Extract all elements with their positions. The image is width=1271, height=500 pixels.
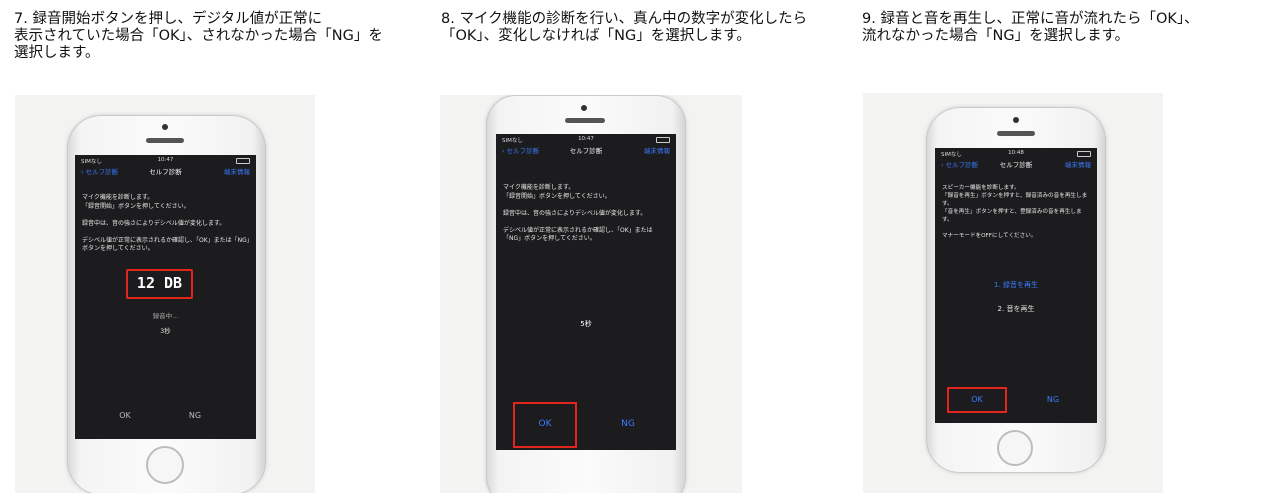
- decibel-readout: 12 DB: [126, 269, 193, 299]
- phone-body: SIMなし 10:48 ‹ セルフ診断 セルフ診断 端末情報 スピーカー機能を診…: [926, 107, 1106, 473]
- device-info-button[interactable]: 端末情報: [224, 166, 250, 176]
- home-button[interactable]: [146, 446, 184, 484]
- battery-icon: [1077, 151, 1091, 157]
- step9-photo: SIMなし 10:48 ‹ セルフ診断 セルフ診断 端末情報 スピーカー機能を診…: [863, 93, 1163, 493]
- front-camera: [162, 124, 168, 130]
- ng-button[interactable]: NG: [604, 419, 652, 429]
- instruction-text: マイク機能を診断します。 「録音開始」ボタンを押してください。 録音中は、音の強…: [82, 194, 250, 252]
- earpiece-speaker: [146, 138, 184, 143]
- instruction-text: スピーカー機能を診断します。 「録音を再生」ボタンを押すと、録音済みの音を再生し…: [942, 185, 1088, 239]
- phone-screen: SIMなし 10:48 ‹ セルフ診断 セルフ診断 端末情報 スピーカー機能を診…: [935, 148, 1097, 423]
- play-recording-button[interactable]: 1. 録音を再生: [935, 280, 1097, 290]
- clock-label: 10:47: [578, 136, 594, 142]
- front-camera: [581, 105, 587, 111]
- phone-screen: SIMなし 10:47 ‹ セルフ診断 セルフ診断 端末情報 マイク機能を診断し…: [75, 155, 256, 439]
- recording-status: 録音中...: [152, 312, 179, 320]
- ng-button[interactable]: NG: [175, 411, 215, 420]
- battery-icon: [656, 137, 670, 143]
- status-bar: SIMなし 10:48: [935, 150, 1097, 158]
- earpiece-speaker: [565, 118, 605, 123]
- timer-label: 3秒: [160, 327, 171, 335]
- phone-body: SIMなし 10:47 ‹ セルフ診断 セルフ診断 端末情報 マイク機能を診断し…: [486, 95, 686, 493]
- ng-button[interactable]: NG: [1031, 395, 1075, 404]
- status-bar: SIMなし 10:47: [496, 136, 676, 144]
- earpiece-speaker: [997, 131, 1035, 136]
- device-info-button[interactable]: 端末情報: [1065, 159, 1091, 169]
- front-camera: [1013, 117, 1019, 123]
- home-button[interactable]: [997, 430, 1033, 466]
- step8-caption: 8. マイク機能の診断を行い、真ん中の数字が変化したら 「OK」、変化しなければ…: [441, 11, 808, 44]
- step8-photo: SIMなし 10:47 ‹ セルフ診断 セルフ診断 端末情報 マイク機能を診断し…: [440, 95, 742, 493]
- play-sound-button[interactable]: 2. 音を再生: [935, 304, 1097, 314]
- ok-button[interactable]: OK: [521, 419, 569, 429]
- device-info-button[interactable]: 端末情報: [644, 145, 670, 155]
- ok-button[interactable]: OK: [105, 411, 145, 420]
- phone-body: SIMなし 10:47 ‹ セルフ診断 セルフ診断 端末情報 マイク機能を診断し…: [67, 115, 266, 493]
- clock-label: 10:48: [1008, 150, 1024, 156]
- phone-screen: SIMなし 10:47 ‹ セルフ診断 セルフ診断 端末情報 マイク機能を診断し…: [496, 134, 676, 450]
- step7-caption: 7. 録音開始ボタンを押し、デジタル値が正常に 表示されていた場合「OK」、され…: [14, 11, 383, 61]
- nav-bar: ‹ セルフ診断 セルフ診断 端末情報: [935, 159, 1097, 171]
- step7-photo: SIMなし 10:47 ‹ セルフ診断 セルフ診断 端末情報 マイク機能を診断し…: [15, 95, 315, 493]
- step9-caption: 9. 録音と音を再生し、正常に音が流れたら「OK」、 流れなかった場合「NG」を…: [862, 11, 1199, 44]
- ok-button[interactable]: OK: [955, 395, 999, 404]
- timer-label: 5秒: [580, 320, 592, 328]
- battery-icon: [236, 158, 250, 164]
- nav-bar: ‹ セルフ診断 セルフ診断 端末情報: [496, 145, 676, 157]
- status-bar: SIMなし 10:47: [75, 157, 256, 165]
- instruction-text: マイク機能を診断します。 「録音開始」ボタンを押してください。 録音中は、音の強…: [503, 184, 653, 242]
- clock-label: 10:47: [157, 157, 174, 163]
- nav-bar: ‹ セルフ診断 セルフ診断 端末情報: [75, 166, 256, 178]
